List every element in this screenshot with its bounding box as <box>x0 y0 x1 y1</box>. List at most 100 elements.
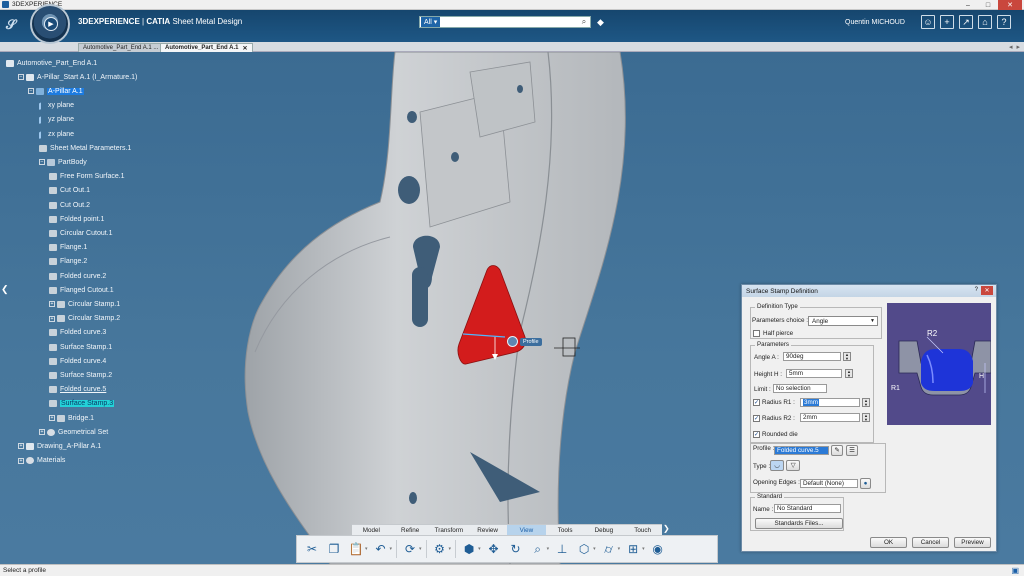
rounded-die-checkbox[interactable]: ✓ <box>753 431 760 438</box>
view-mode-icon[interactable]: ⬡ <box>575 540 593 558</box>
zoom-icon[interactable]: ⌕ <box>529 540 547 558</box>
tree-node[interactable]: Flanged Cutout.1 <box>49 285 114 295</box>
close-tab-icon[interactable]: ✕ <box>242 45 247 52</box>
tree-node[interactable]: Surface Stamp.2 <box>49 370 112 380</box>
action-tab-model[interactable]: Model <box>352 525 391 535</box>
search-input[interactable] <box>440 17 578 27</box>
home-icon[interactable]: ⌂ <box>978 15 992 29</box>
dropdown-icon[interactable]: ▾ <box>642 546 645 552</box>
expand-toggle-icon[interactable]: − <box>18 74 24 81</box>
radius-r1-spinner[interactable]: ▲ ▼ <box>862 398 870 407</box>
radius-r2-input[interactable]: 2mm <box>800 413 860 422</box>
action-tab-debug[interactable]: Debug <box>585 525 624 535</box>
action-tab-transform[interactable]: Transform <box>430 525 469 535</box>
edit-sketch-icon[interactable]: ✎ <box>831 445 843 456</box>
tab-document-2[interactable]: Automotive_Part_End A.1 ✕ <box>160 43 253 52</box>
search-scope-dropdown[interactable]: All ▾ <box>421 17 441 27</box>
expand-toggle-icon[interactable]: + <box>18 443 24 450</box>
pan-icon[interactable]: ✥ <box>485 540 503 558</box>
help-icon[interactable]: ? <box>997 15 1011 29</box>
tree-node[interactable]: Cut Out.2 <box>49 200 90 210</box>
tree-node[interactable]: + Bridge.1 <box>49 413 94 423</box>
expand-toggle-icon[interactable]: + <box>18 457 24 464</box>
close-dialog-button[interactable]: ✕ <box>981 286 993 295</box>
tree-node[interactable]: − A-Pillar A.1 <box>28 86 84 96</box>
copy-icon[interactable]: ❐ <box>325 540 343 558</box>
minimize-button[interactable]: – <box>958 0 978 10</box>
radius-r1-input[interactable]: 3mm <box>800 398 860 407</box>
dropdown-icon[interactable]: ▾ <box>478 546 481 552</box>
height-spinner[interactable]: ▲ ▼ <box>845 369 853 378</box>
expand-toggle-icon[interactable]: + <box>39 429 45 436</box>
dropdown-icon[interactable]: ▾ <box>547 546 550 552</box>
angle-input[interactable]: 90deg <box>783 352 841 361</box>
expand-toggle-icon[interactable]: + <box>49 301 55 308</box>
ok-button[interactable]: OK <box>870 537 907 548</box>
tab-prev-icon[interactable]: ◂ <box>1009 43 1013 51</box>
angle-spinner[interactable]: ▲ ▼ <box>843 352 851 361</box>
help-icon[interactable]: ? <box>975 287 978 293</box>
tree-node[interactable]: + Circular Stamp.2 <box>49 314 120 324</box>
action-tab-review[interactable]: Review <box>468 525 507 535</box>
update-icon[interactable]: ⟳ <box>401 540 419 558</box>
tree-node[interactable]: Cut Out.1 <box>49 186 90 196</box>
paste-icon[interactable]: 📋 <box>347 540 365 558</box>
expand-toggle-icon[interactable]: − <box>28 88 34 95</box>
tree-node[interactable]: Flange.2 <box>49 257 87 267</box>
rotate-icon[interactable]: ↻ <box>507 540 525 558</box>
tree-node[interactable]: Surface Stamp.3 <box>49 399 115 409</box>
undo-icon[interactable]: ↶ <box>372 540 390 558</box>
tree-node[interactable]: − A-Pillar_Start A.1 (I_Armature.1) <box>18 72 137 82</box>
tree-node[interactable]: + Geometrical Set <box>39 427 108 437</box>
type-open-icon[interactable]: ◡ <box>770 460 784 471</box>
opening-edges-select-icon[interactable]: ● <box>860 478 871 489</box>
user-name[interactable]: Quentin MICHOUD <box>845 19 905 26</box>
share-icon[interactable]: ↗ <box>959 15 973 29</box>
standards-files-button[interactable]: Standards Files... <box>755 518 843 529</box>
tree-node[interactable]: Free Form Surface.1 <box>49 172 125 182</box>
more-icon[interactable]: ◉ <box>649 540 667 558</box>
tree-node[interactable]: + Drawing_A-Pillar A.1 <box>18 441 101 451</box>
radius-r1-checkbox[interactable]: ✓ <box>753 399 760 406</box>
tree-node[interactable]: Folded point.1 <box>49 214 104 224</box>
height-input[interactable]: 5mm <box>786 369 842 378</box>
close-window-button[interactable]: ✕ <box>998 0 1022 10</box>
dropdown-icon[interactable]: ▾ <box>449 546 452 552</box>
search-icon[interactable]: ⌕ <box>578 17 590 27</box>
tree-node[interactable]: Automotive_Part_End A.1 <box>6 58 97 68</box>
compass-widget[interactable]: ▶ <box>30 4 70 44</box>
limit-input[interactable]: No selection <box>773 384 827 393</box>
expand-toggle-icon[interactable]: + <box>49 315 55 322</box>
tab-document-1[interactable]: Automotive_Part_End A.1 ... <box>78 43 164 52</box>
expand-action-bar-icon[interactable]: ❯ <box>663 524 670 533</box>
dropdown-icon[interactable]: ▾ <box>593 546 596 552</box>
tree-node[interactable]: Surface Stamp.1 <box>49 342 112 352</box>
tree-node[interactable]: Folded curve.2 <box>49 271 106 281</box>
dropdown-icon[interactable]: ▾ <box>390 546 393 552</box>
list-icon[interactable]: ☰ <box>846 445 858 456</box>
action-tab-touch[interactable]: Touch <box>623 525 662 535</box>
profile-manipulator[interactable]: Profile <box>507 336 542 347</box>
tree-node[interactable]: xy plane <box>39 101 74 111</box>
tab-next-icon[interactable]: ▸ <box>1016 43 1020 51</box>
tree-node[interactable]: Flange.1 <box>49 243 87 253</box>
tree-node[interactable]: − PartBody <box>39 157 87 167</box>
tag-icon[interactable]: ◆ <box>597 17 604 28</box>
layout-icon[interactable]: ⊞ <box>624 540 642 558</box>
tree-node[interactable]: Folded curve.4 <box>49 356 106 366</box>
cut-icon[interactable]: ✂ <box>303 540 321 558</box>
standard-name-input[interactable]: No Standard <box>774 504 841 513</box>
tree-node[interactable]: yz plane <box>39 115 74 125</box>
tree-node[interactable]: + Materials <box>18 456 65 466</box>
profile-input[interactable]: Folded curve.5 <box>774 446 829 455</box>
tree-node[interactable]: Sheet Metal Parameters.1 <box>39 143 131 153</box>
expand-toggle-icon[interactable]: − <box>39 159 45 166</box>
tree-node[interactable]: zx plane <box>39 129 74 139</box>
expand-toggle-icon[interactable]: + <box>49 415 55 421</box>
iso-view-icon[interactable]: ⬢ <box>460 540 478 558</box>
half-pierce-checkbox[interactable] <box>753 330 760 337</box>
dropdown-icon[interactable]: ▾ <box>419 546 422 552</box>
maximize-button[interactable]: □ <box>978 0 998 10</box>
profile-handle-icon[interactable] <box>507 336 518 347</box>
add-icon[interactable]: + <box>940 15 954 29</box>
